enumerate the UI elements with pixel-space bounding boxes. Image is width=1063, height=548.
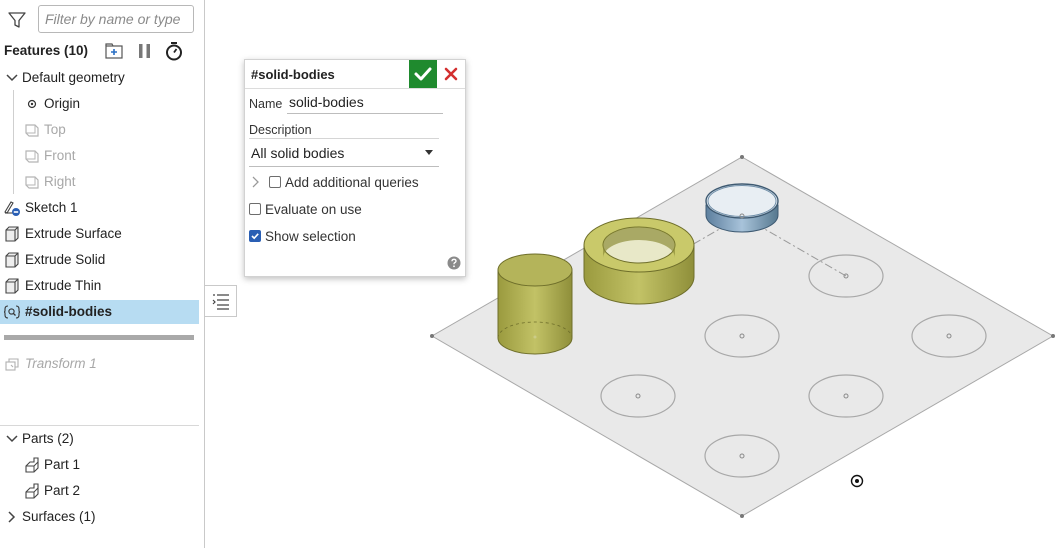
checkmark-icon bbox=[414, 67, 432, 81]
extrude-icon bbox=[5, 252, 19, 268]
view-center-icon[interactable] bbox=[850, 474, 864, 488]
add-folder-icon[interactable] bbox=[104, 41, 124, 61]
tree-item-label: Sketch 1 bbox=[25, 200, 78, 215]
checkmark-icon bbox=[251, 233, 259, 240]
tree-item-transform-1[interactable]: Transform 1 bbox=[0, 352, 199, 376]
tree-item-front-plane[interactable]: Front bbox=[0, 144, 199, 168]
feature-panel: Features (10) Default geometry Origin To… bbox=[0, 0, 205, 548]
tree-item-top-plane[interactable]: Top bbox=[0, 118, 199, 142]
tree-item-label: Part 1 bbox=[44, 457, 81, 472]
tree-item-label: #solid-bodies bbox=[25, 304, 113, 319]
filter-input[interactable] bbox=[38, 5, 194, 33]
origin-icon bbox=[27, 99, 37, 109]
chevron-down-icon[interactable] bbox=[4, 431, 20, 447]
chevron-down-icon[interactable] bbox=[4, 70, 20, 86]
plane-icon bbox=[25, 176, 39, 189]
tree-item-default-geometry[interactable]: Default geometry bbox=[0, 66, 199, 90]
features-header: Features (10) bbox=[4, 43, 89, 58]
part-icon bbox=[25, 457, 39, 473]
tree-item-label: Surfaces (1) bbox=[22, 509, 96, 524]
evaluate-on-use-label: Evaluate on use bbox=[265, 202, 362, 217]
tree-item-label: Right bbox=[44, 174, 76, 189]
tree-item-label: Extrude Surface bbox=[25, 226, 122, 241]
query-variable-icon bbox=[4, 305, 20, 319]
confirm-button[interactable] bbox=[409, 60, 437, 88]
transform-icon bbox=[5, 358, 19, 371]
dialog-separator bbox=[245, 88, 465, 89]
tree-item-origin[interactable]: Origin bbox=[0, 92, 199, 116]
tree-item-label: Top bbox=[44, 122, 66, 137]
add-queries-label: Add additional queries bbox=[285, 175, 419, 190]
tree-item-label: Origin bbox=[44, 96, 81, 111]
tree-item-solid-bodies[interactable]: #solid-bodies bbox=[0, 300, 199, 324]
extrude-icon bbox=[5, 226, 19, 242]
chevron-right-icon[interactable] bbox=[250, 175, 262, 189]
tree-item-label: Parts (2) bbox=[22, 431, 74, 446]
extrude-icon bbox=[5, 278, 19, 294]
sketch-icon bbox=[4, 201, 20, 216]
tree-item-label: Extrude Solid bbox=[25, 252, 106, 267]
tree-item-surfaces[interactable]: Surfaces (1) bbox=[0, 505, 199, 529]
pause-icon[interactable] bbox=[135, 41, 155, 61]
tree-item-extrude-thin[interactable]: Extrude Thin bbox=[0, 274, 199, 298]
query-variable-dialog: #solid-bodies Name Description All solid… bbox=[244, 59, 466, 277]
tree-item-sketch-1[interactable]: Sketch 1 bbox=[0, 196, 199, 220]
tree-item-part-2[interactable]: Part 2 bbox=[0, 479, 199, 503]
description-field[interactable] bbox=[249, 138, 439, 139]
filter-icon[interactable] bbox=[8, 11, 26, 29]
panel-divider bbox=[0, 425, 199, 426]
plane-vertex bbox=[740, 155, 744, 159]
add-queries-checkbox[interactable] bbox=[269, 176, 281, 188]
plane-vertex bbox=[1051, 334, 1055, 338]
help-icon[interactable] bbox=[447, 256, 461, 270]
close-icon[interactable] bbox=[441, 64, 461, 84]
tree-item-label: Extrude Thin bbox=[25, 278, 102, 293]
chevron-down-icon bbox=[425, 150, 433, 155]
chevron-right-icon[interactable] bbox=[4, 509, 20, 525]
show-selection-checkbox[interactable] bbox=[249, 230, 261, 242]
description-label: Description bbox=[249, 123, 312, 137]
tree-item-label: Default geometry bbox=[22, 70, 125, 85]
name-input[interactable] bbox=[287, 91, 443, 114]
query-type-select[interactable]: All solid bodies bbox=[249, 142, 439, 167]
tree-item-label: Transform 1 bbox=[25, 356, 97, 371]
tree-item-part-1[interactable]: Part 1 bbox=[0, 453, 199, 477]
stopwatch-icon[interactable] bbox=[164, 41, 184, 61]
solid-ring-part[interactable] bbox=[583, 217, 695, 305]
tree-item-parts[interactable]: Parts (2) bbox=[0, 427, 199, 451]
evaluate-on-use-checkbox[interactable] bbox=[249, 203, 261, 215]
show-selection-label: Show selection bbox=[265, 229, 356, 244]
name-label: Name bbox=[249, 97, 283, 111]
plane-vertex bbox=[430, 334, 434, 338]
tree-item-label: Part 2 bbox=[44, 483, 81, 498]
plane-icon bbox=[25, 124, 39, 137]
plane-vertex bbox=[740, 514, 744, 518]
dialog-title: #solid-bodies bbox=[251, 67, 335, 82]
plane-icon bbox=[25, 150, 39, 163]
tree-item-extrude-solid[interactable]: Extrude Solid bbox=[0, 248, 199, 272]
part-icon bbox=[25, 483, 39, 499]
rollback-bar[interactable] bbox=[4, 335, 194, 340]
tree-item-extrude-surface[interactable]: Extrude Surface bbox=[0, 222, 199, 246]
solid-cylinder-part[interactable] bbox=[497, 253, 573, 355]
thin-wall-body[interactable] bbox=[705, 183, 779, 233]
tree-item-label: Front bbox=[44, 148, 76, 163]
query-type-value: All solid bodies bbox=[251, 145, 345, 161]
tree-item-right-plane[interactable]: Right bbox=[0, 170, 199, 194]
